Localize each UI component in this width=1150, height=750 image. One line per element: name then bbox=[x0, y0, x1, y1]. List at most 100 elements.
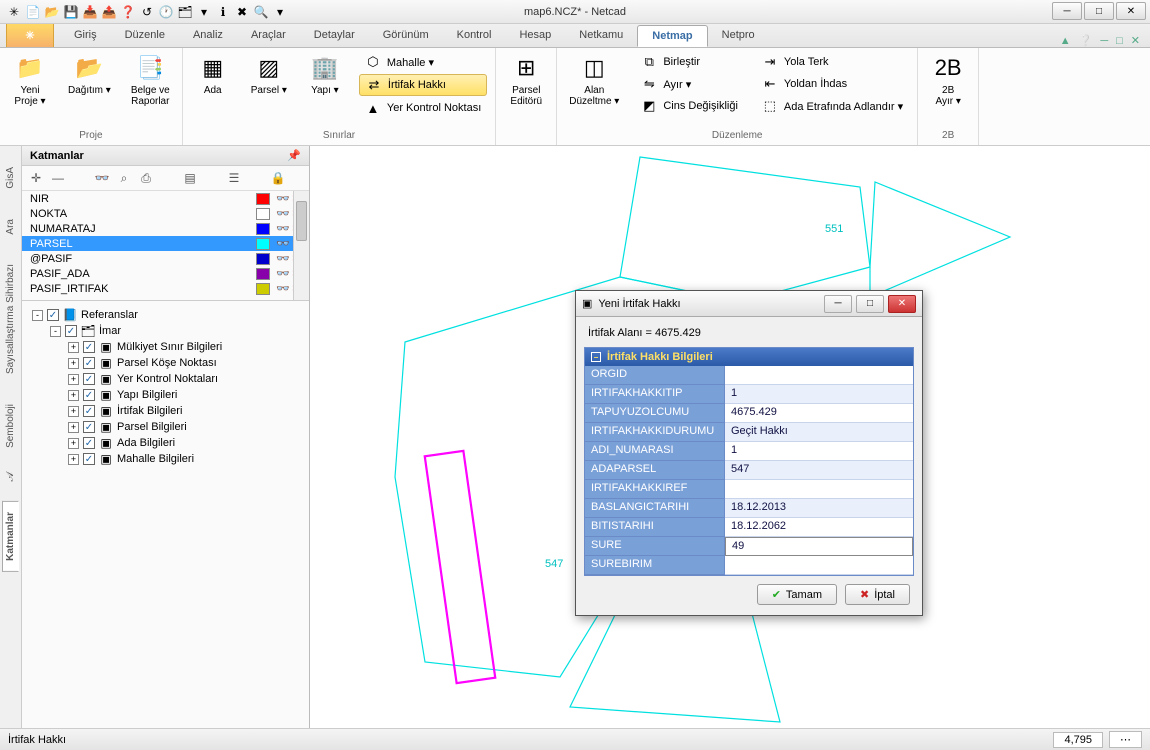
tab-düzenle[interactable]: Düzenle bbox=[111, 25, 179, 47]
maximize-button[interactable]: □ bbox=[1084, 2, 1114, 20]
layer-row[interactable]: PASIF_ADA👓✖ bbox=[22, 266, 309, 281]
ribbon-button[interactable]: ▦Ada bbox=[191, 52, 235, 98]
qat-icon-3[interactable]: 💾 bbox=[63, 4, 79, 20]
tree-node[interactable]: +✓▣Ada Bilgileri bbox=[28, 435, 303, 451]
grid-row[interactable]: IRTIFAKHAKKIDURUMUGeçit Hakkı bbox=[585, 423, 913, 442]
tree-node[interactable]: +✓▣Parsel Köşe Noktası bbox=[28, 355, 303, 371]
qat-icon-2[interactable]: 📂 bbox=[44, 4, 60, 20]
grid-row[interactable]: ORGID bbox=[585, 366, 913, 385]
ribbon-button[interactable]: ⇄İrtifak Hakkı bbox=[359, 74, 487, 96]
tree-node[interactable]: -✓📘Referanslar bbox=[28, 307, 303, 323]
ok-button[interactable]: ✔Tamam bbox=[757, 584, 837, 605]
qat-icon-13[interactable]: 🔍 bbox=[253, 4, 269, 20]
ribbon-button[interactable]: 2B2BAyır ▾ bbox=[926, 52, 970, 109]
layer-row[interactable]: PASIF_IRTIFAK👓✖ bbox=[22, 281, 309, 296]
tab-giriş[interactable]: Giriş bbox=[60, 25, 111, 47]
panel-tool[interactable] bbox=[248, 170, 264, 186]
ribbon-button[interactable]: ◫AlanDüzeltme ▾ bbox=[565, 52, 623, 109]
vtab[interactable]: 𝒜 bbox=[2, 461, 20, 492]
vtab[interactable]: Katmanlar bbox=[2, 501, 19, 572]
tab-netmap[interactable]: Netmap bbox=[637, 25, 707, 47]
layer-row[interactable]: NUMARATAJ👓✖ bbox=[22, 221, 309, 236]
grid-row[interactable]: BASLANGICTARIHI18.12.2013 bbox=[585, 499, 913, 518]
panel-tool[interactable]: ☰ bbox=[226, 170, 242, 186]
dialog-close[interactable]: ✕ bbox=[888, 295, 916, 313]
pin-icon[interactable]: 📌 bbox=[287, 149, 301, 162]
tab-hesap[interactable]: Hesap bbox=[505, 25, 565, 47]
panel-tool[interactable]: — bbox=[50, 170, 66, 186]
close-button[interactable]: ✕ bbox=[1116, 2, 1146, 20]
qat-icon-14[interactable]: ▾ bbox=[272, 4, 288, 20]
qat-icon-9[interactable]: 🗂 bbox=[177, 4, 193, 20]
layer-row[interactable]: NOKTA👓✖ bbox=[22, 206, 309, 221]
qat-icon-8[interactable]: 🕐 bbox=[158, 4, 174, 20]
ribbon-button[interactable]: 📁YeniProje ▾ bbox=[8, 52, 52, 109]
grid-row[interactable]: ADAPARSEL547 bbox=[585, 461, 913, 480]
ribbon-button[interactable]: 📑Belge veRaporlar bbox=[127, 52, 174, 109]
tab-analiz[interactable]: Analiz bbox=[179, 25, 237, 47]
scrollbar[interactable] bbox=[293, 191, 309, 300]
tabstrip-icon[interactable]: ▲ bbox=[1060, 35, 1071, 47]
qat-icon-6[interactable]: ❓ bbox=[120, 4, 136, 20]
grid-row[interactable]: IRTIFAKHAKKIREF bbox=[585, 480, 913, 499]
grid-row[interactable]: ADI_NUMARASI1 bbox=[585, 442, 913, 461]
ribbon-button[interactable]: ⇥Yola Terk bbox=[756, 52, 909, 72]
layer-list[interactable]: NIR👓✖NOKTA👓✖NUMARATAJ👓✖PARSEL👓✖@PASIF👓✖P… bbox=[22, 191, 309, 301]
tab-araçlar[interactable]: Araçlar bbox=[237, 25, 300, 47]
dialog-titlebar[interactable]: ▣ Yeni İrtifak Hakkı ─ □ ✕ bbox=[576, 291, 922, 317]
tree-node[interactable]: +✓▣Yer Kontrol Noktaları bbox=[28, 371, 303, 387]
grid-row[interactable]: BITISTARIHI18.12.2062 bbox=[585, 518, 913, 537]
tabstrip-icon[interactable]: ─ bbox=[1100, 35, 1108, 47]
grid-row[interactable]: IRTIFAKHAKKITIP1 bbox=[585, 385, 913, 404]
reference-tree[interactable]: -✓📘Referanslar-✓🗂İmar+✓▣Mülkiyet Sınır B… bbox=[22, 301, 309, 728]
app-button[interactable]: ✳ bbox=[6, 23, 54, 47]
tree-node[interactable]: +✓▣İrtifak Bilgileri bbox=[28, 403, 303, 419]
tree-node[interactable]: +✓▣Parsel Bilgileri bbox=[28, 419, 303, 435]
ribbon-button[interactable]: ▨Parsel ▾ bbox=[247, 52, 291, 98]
tabstrip-icon[interactable]: ❔ bbox=[1079, 34, 1093, 47]
panel-tool[interactable]: 🔒 bbox=[270, 170, 286, 186]
dialog-maximize[interactable]: □ bbox=[856, 295, 884, 313]
vtab[interactable]: Sayısallaştırma Sihirbazı bbox=[2, 253, 19, 385]
tabstrip-icon[interactable]: ✕ bbox=[1131, 34, 1140, 47]
panel-tool[interactable]: ▤ bbox=[182, 170, 198, 186]
layer-row[interactable]: PARSEL👓✖ bbox=[22, 236, 309, 251]
vtab[interactable]: GisA bbox=[2, 156, 19, 200]
panel-tool[interactable]: ✛ bbox=[28, 170, 44, 186]
ribbon-button[interactable]: ⇤Yoldan İhdas bbox=[756, 74, 909, 94]
grid-header[interactable]: − İrtifak Hakkı Bilgileri bbox=[585, 348, 913, 366]
status-more[interactable]: ⋯ bbox=[1109, 731, 1142, 748]
dialog-minimize[interactable]: ─ bbox=[824, 295, 852, 313]
panel-tool[interactable]: ⌕ bbox=[116, 170, 132, 186]
vtab[interactable]: Semboloji bbox=[2, 393, 19, 459]
grid-row[interactable]: TAPUYUZOLCUMU4675.429 bbox=[585, 404, 913, 423]
ribbon-button[interactable]: 📂Dağıtım ▾ bbox=[64, 52, 115, 98]
tree-node[interactable]: +✓▣Mahalle Bilgileri bbox=[28, 451, 303, 467]
minimize-button[interactable]: ─ bbox=[1052, 2, 1082, 20]
qat-icon-10[interactable]: ▾ bbox=[196, 4, 212, 20]
ribbon-button[interactable]: 🏢Yapı ▾ bbox=[303, 52, 347, 98]
layer-row[interactable]: NIR👓✖ bbox=[22, 191, 309, 206]
ribbon-button[interactable]: ⊞ParselEditörü bbox=[504, 52, 548, 109]
layer-row[interactable]: @PASIF👓✖ bbox=[22, 251, 309, 266]
panel-tool[interactable] bbox=[204, 170, 220, 186]
ribbon-button[interactable]: ⬚Ada Etrafında Adlandır ▾ bbox=[756, 96, 909, 116]
qat-icon-12[interactable]: ✖ bbox=[234, 4, 250, 20]
grid-row[interactable]: SURE49 bbox=[585, 537, 913, 556]
qat-icon-4[interactable]: 📥 bbox=[82, 4, 98, 20]
qat-icon-7[interactable]: ↺ bbox=[139, 4, 155, 20]
panel-tool[interactable]: ⎙ bbox=[138, 170, 154, 186]
tab-görünüm[interactable]: Görünüm bbox=[369, 25, 443, 47]
qat-icon-11[interactable]: ℹ bbox=[215, 4, 231, 20]
tree-node[interactable]: -✓🗂İmar bbox=[28, 323, 303, 339]
cancel-button[interactable]: ✖İptal bbox=[845, 584, 910, 605]
panel-tool[interactable]: 👓 bbox=[94, 170, 110, 186]
ribbon-button[interactable]: ▲Yer Kontrol Noktası bbox=[359, 98, 487, 118]
grid-row[interactable]: SUREBIRIM bbox=[585, 556, 913, 575]
tree-node[interactable]: +✓▣Mülkiyet Sınır Bilgileri bbox=[28, 339, 303, 355]
ribbon-button[interactable]: ⇋Ayır ▾ bbox=[635, 74, 744, 94]
tab-kontrol[interactable]: Kontrol bbox=[443, 25, 506, 47]
ribbon-button[interactable]: ⧉Birleştir bbox=[635, 52, 744, 72]
tab-detaylar[interactable]: Detaylar bbox=[300, 25, 369, 47]
panel-tool[interactable] bbox=[72, 170, 88, 186]
